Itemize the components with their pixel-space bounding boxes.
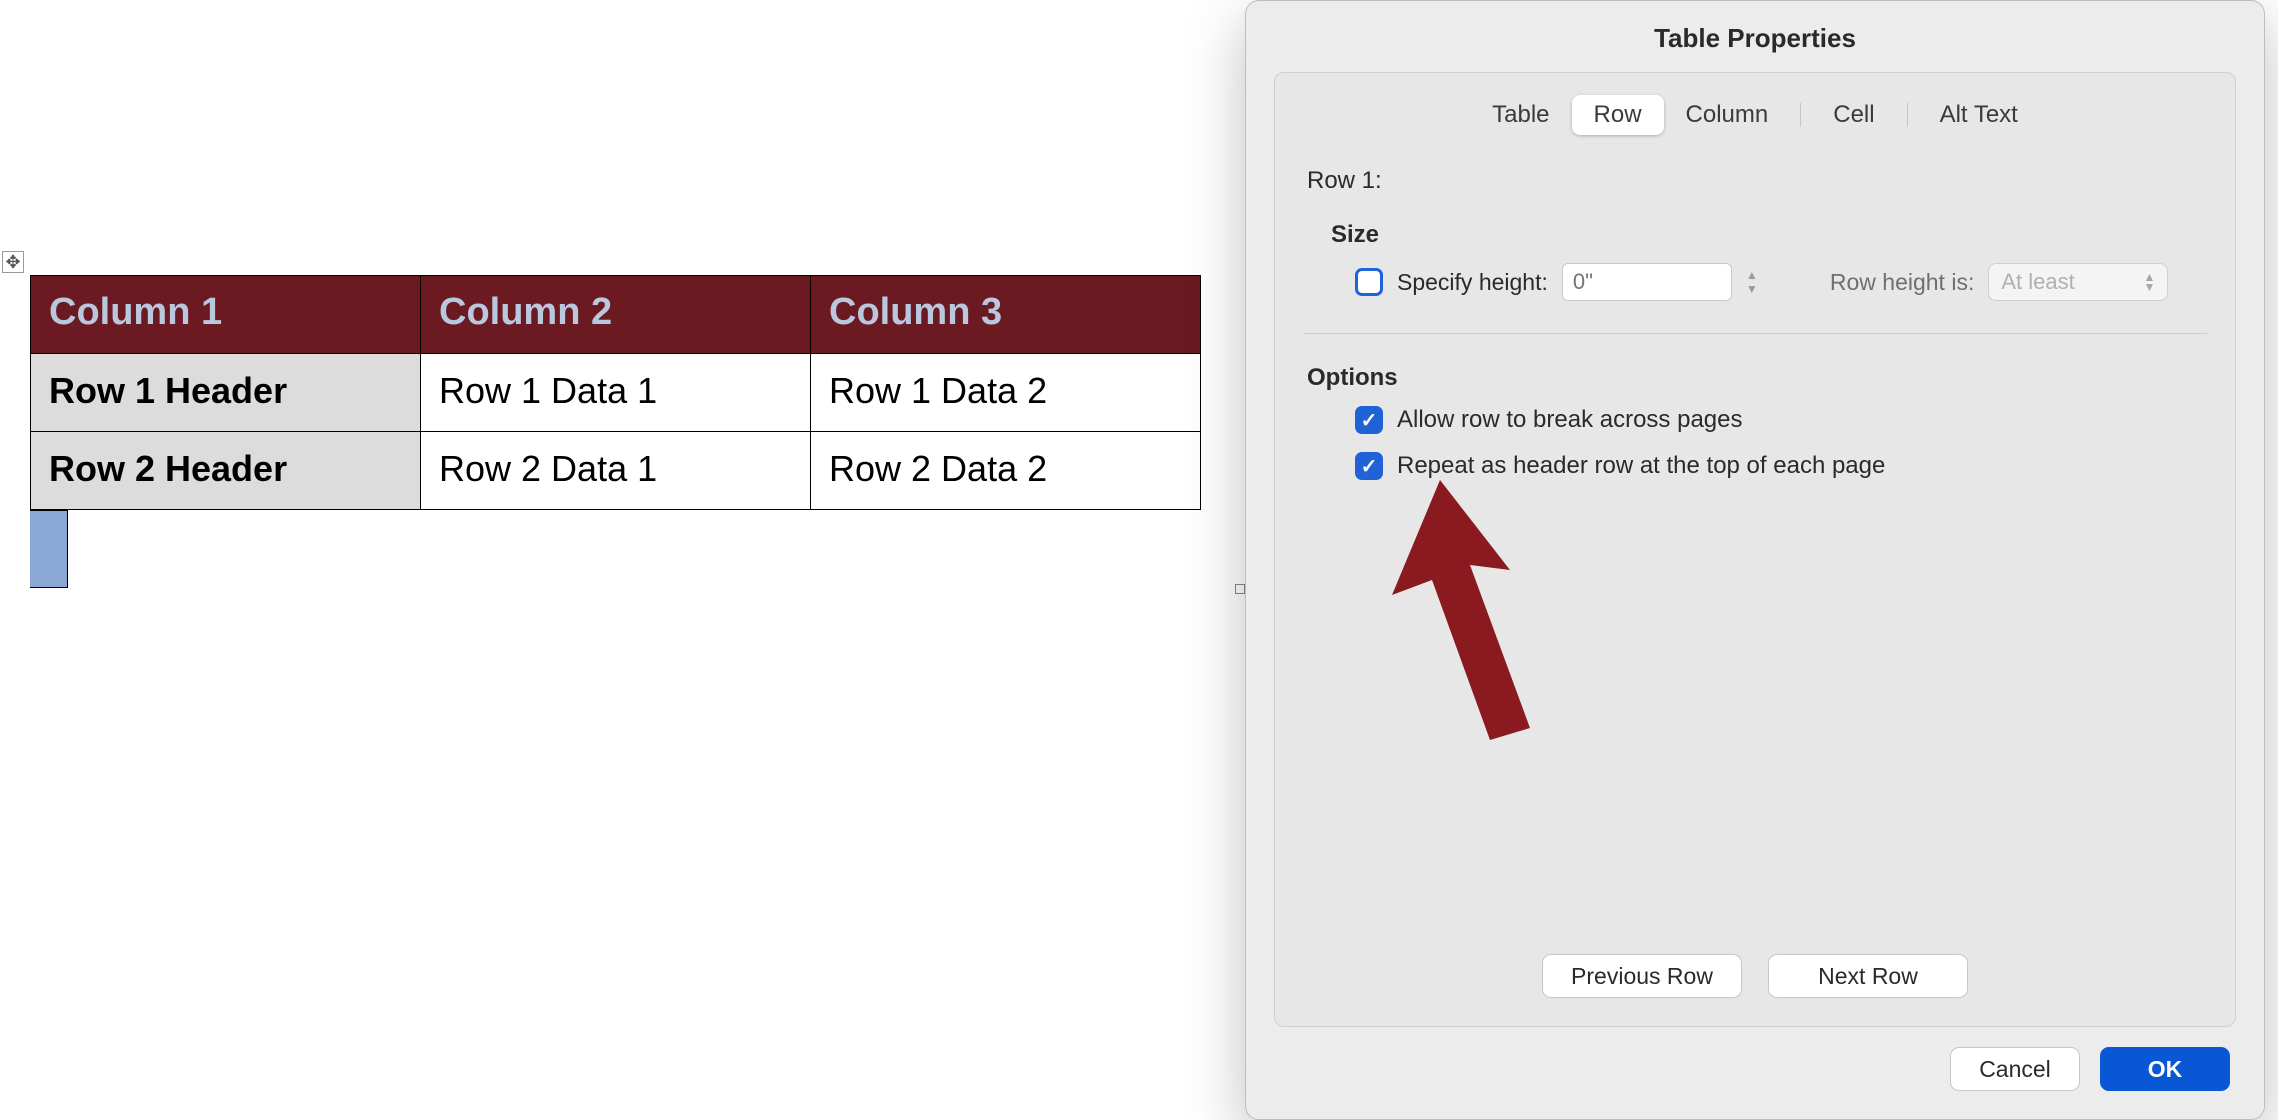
table-header-row[interactable]: Column 1 Column 2 Column 3: [31, 276, 1201, 354]
option-repeat-header: Repeat as header row at the top of each …: [1355, 452, 2207, 480]
tab-alt-text[interactable]: Alt Text: [1918, 95, 2040, 135]
allow-break-label: Allow row to break across pages: [1397, 406, 1743, 434]
repeat-header-checkbox[interactable]: [1355, 452, 1383, 480]
allow-break-checkbox[interactable]: [1355, 406, 1383, 434]
tab-separator: [1800, 103, 1801, 127]
section-divider: [1303, 333, 2207, 334]
table-row[interactable]: Row 1 Header Row 1 Data 1 Row 1 Data 2: [31, 354, 1201, 432]
document-table-area: ✥ Column 1 Column 2 Column 3 Row 1 Heade…: [30, 275, 1201, 588]
tab-column[interactable]: Column: [1664, 95, 1791, 135]
dialog-footer: Cancel OK: [1246, 1047, 2264, 1119]
table-properties-dialog: Table Properties Table Row Column Cell A…: [1245, 0, 2265, 1120]
stepper-up-icon[interactable]: [1746, 269, 1772, 281]
size-controls: Specify height: Row height is: At least: [1355, 263, 2207, 301]
table-cell[interactable]: Row 1 Data 1: [421, 354, 811, 432]
table-move-handle-icon[interactable]: ✥: [2, 251, 24, 273]
tab-cell[interactable]: Cell: [1811, 95, 1896, 135]
row-height-is-label: Row height is:: [1830, 269, 1974, 296]
height-stepper[interactable]: [1746, 263, 1772, 301]
table-cell[interactable]: Row 2 Data 1: [421, 432, 811, 510]
select-chevrons-icon: [2143, 272, 2155, 292]
table-cell[interactable]: Row 1 Data 2: [811, 354, 1201, 432]
col-header[interactable]: Column 3: [811, 276, 1201, 354]
row-height-select[interactable]: At least: [1988, 263, 2168, 301]
stepper-down-icon[interactable]: [1746, 283, 1772, 295]
specify-height-label: Specify height:: [1397, 269, 1548, 296]
tab-separator: [1907, 103, 1908, 127]
col-header[interactable]: Column 1: [31, 276, 421, 354]
specify-height-input[interactable]: [1562, 263, 1732, 301]
row-indicator-label: Row 1:: [1307, 167, 2207, 195]
table-row[interactable]: Row 2 Header Row 2 Data 1 Row 2 Data 2: [31, 432, 1201, 510]
row-header-cell[interactable]: Row 2 Header: [31, 432, 421, 510]
cancel-button[interactable]: Cancel: [1950, 1047, 2080, 1091]
col-header[interactable]: Column 2: [421, 276, 811, 354]
tab-table[interactable]: Table: [1470, 95, 1571, 135]
dialog-title: Table Properties: [1246, 1, 2264, 72]
ok-button[interactable]: OK: [2100, 1047, 2230, 1091]
table-cell[interactable]: Row 2 Data 2: [811, 432, 1201, 510]
row-nav: Previous Row Next Row: [1303, 954, 2207, 1006]
dialog-body: Table Row Column Cell Alt Text Row 1: Si…: [1274, 72, 2236, 1027]
size-section-label: Size: [1331, 221, 2207, 249]
option-allow-break: Allow row to break across pages: [1355, 406, 2207, 434]
table-resize-handle-icon[interactable]: [1235, 584, 1245, 594]
row-header-cell[interactable]: Row 1 Header: [31, 354, 421, 432]
document-table[interactable]: Column 1 Column 2 Column 3 Row 1 Header …: [30, 275, 1201, 510]
repeat-header-label: Repeat as header row at the top of each …: [1397, 452, 1885, 480]
row-height-select-value: At least: [2001, 269, 2074, 295]
row-selection-highlight: [30, 510, 68, 588]
next-row-button[interactable]: Next Row: [1768, 954, 1968, 998]
tab-row[interactable]: Row: [1572, 95, 1664, 135]
dialog-tabs: Table Row Column Cell Alt Text: [1303, 95, 2207, 135]
previous-row-button[interactable]: Previous Row: [1542, 954, 1742, 998]
specify-height-checkbox[interactable]: [1355, 268, 1383, 296]
options-section-label: Options: [1307, 364, 2207, 392]
